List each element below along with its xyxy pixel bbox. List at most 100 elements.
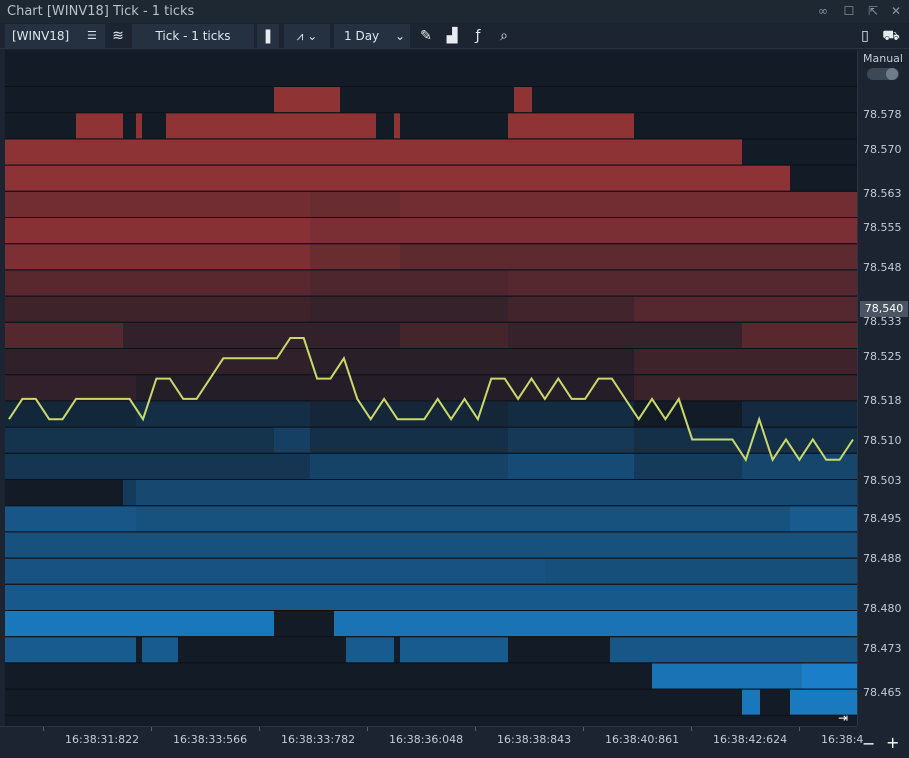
heatmap-cell bbox=[508, 401, 634, 427]
list-icon[interactable]: ☰ bbox=[87, 24, 97, 48]
heatmap-cell bbox=[634, 453, 742, 479]
heatmap-cell bbox=[400, 244, 545, 270]
heatmap-cell bbox=[742, 689, 760, 715]
portrait-icon[interactable]: ▯ bbox=[854, 24, 876, 48]
heatmap-cell bbox=[508, 427, 634, 453]
heatmap-cell bbox=[334, 611, 857, 637]
price-tick-label: 78.563 bbox=[863, 187, 902, 200]
heatmap-cell bbox=[5, 584, 857, 610]
studies-icon[interactable]: ƒ bbox=[467, 24, 489, 48]
heatmap-cell bbox=[274, 427, 310, 453]
close-icon[interactable]: ✕ bbox=[888, 3, 904, 19]
heatmap-cell bbox=[5, 401, 136, 427]
price-tick-label: 78.525 bbox=[863, 350, 902, 363]
heatmap-cell bbox=[400, 191, 857, 217]
heatmap-cell bbox=[123, 480, 136, 506]
heatmap-cell bbox=[634, 296, 857, 322]
pencil-icon[interactable]: ✎ bbox=[415, 24, 437, 48]
heatmap-cell bbox=[742, 322, 857, 348]
heatmap-cell bbox=[5, 532, 857, 558]
symbol-selector[interactable]: [WINV18] ☰ bbox=[5, 24, 105, 48]
heatmap-cell bbox=[508, 296, 634, 322]
time-tick-label: 16:38:40:861 bbox=[605, 733, 680, 746]
period-label: 1 Day bbox=[344, 29, 380, 43]
heatmap-cell bbox=[5, 558, 545, 584]
price-tick-label: 78.488 bbox=[863, 552, 902, 565]
heatmap-cell bbox=[310, 427, 508, 453]
heatmap-cell bbox=[634, 375, 857, 401]
heatmap-cell bbox=[166, 113, 376, 139]
line-style-selector[interactable]: ⩘ ⌄ bbox=[284, 24, 330, 48]
chevron-down-icon: ⌄ bbox=[395, 29, 406, 43]
time-tick-label: 16:38:33:782 bbox=[281, 733, 356, 746]
heatmap-cell bbox=[634, 349, 857, 375]
price-tick-label: 78.480 bbox=[863, 602, 902, 615]
overlay-icon[interactable]: ≋ bbox=[107, 24, 129, 48]
heatmap-cell bbox=[5, 139, 742, 165]
time-tick bbox=[151, 727, 152, 731]
time-axis[interactable]: 16:38:31:822 16:38:33:566 16:38:33:782 16:3… bbox=[0, 711, 899, 758]
heatmap-cell bbox=[545, 558, 857, 584]
heatmap-cell bbox=[742, 401, 857, 427]
heatmap-cell bbox=[5, 191, 310, 217]
price-tick-label: 78.510 bbox=[863, 434, 902, 447]
candlestick-icon[interactable]: ❚ bbox=[257, 24, 279, 48]
maximize-icon[interactable]: ☐ bbox=[841, 3, 857, 19]
price-tick-label: 78.495 bbox=[863, 512, 902, 525]
heatmap-cell bbox=[5, 218, 310, 244]
time-tick bbox=[259, 727, 260, 731]
zoom-out-icon[interactable]: − bbox=[862, 734, 875, 753]
time-tick bbox=[43, 727, 44, 731]
heatmap-cell bbox=[5, 244, 310, 270]
cart-icon[interactable]: ⛟ bbox=[880, 24, 902, 48]
bar-chart-icon[interactable]: ▟ bbox=[441, 24, 463, 48]
heatmap-cell bbox=[5, 349, 310, 375]
heatmap-svg bbox=[5, 86, 857, 716]
heatmap-cell bbox=[400, 218, 857, 244]
time-tick bbox=[691, 727, 692, 731]
price-axis[interactable]: 78.578 78.570 78.563 78.555 78.548 78.533 78.5… bbox=[857, 50, 909, 726]
manual-toggle[interactable] bbox=[867, 68, 899, 80]
period-selector[interactable]: 1 Day ⌄ bbox=[334, 24, 410, 48]
heatmap-cell bbox=[652, 663, 802, 689]
heatmap-cell bbox=[790, 506, 857, 532]
window-title-bar: Chart [WINV18] Tick - 1 ticks ∞ ☐ ⇱ ✕ bbox=[0, 0, 909, 23]
symbol-label: [WINV18] bbox=[12, 29, 70, 43]
heatmap-cell bbox=[634, 427, 857, 453]
manual-label: Manual bbox=[863, 52, 903, 65]
popout-icon[interactable]: ⇱ bbox=[865, 3, 881, 19]
zoom-in-icon[interactable]: + bbox=[886, 733, 899, 752]
link-icon[interactable]: ∞ bbox=[815, 3, 831, 19]
time-tick bbox=[799, 727, 800, 731]
heatmap-cell bbox=[545, 244, 857, 270]
heatmap-cell bbox=[5, 296, 310, 322]
heatmap-cell bbox=[310, 218, 400, 244]
chart-type-selector[interactable]: Tick - 1 ticks bbox=[132, 24, 254, 48]
heatmap-cell bbox=[136, 480, 857, 506]
heatmap-cell bbox=[5, 165, 790, 191]
chart-plot-area[interactable] bbox=[5, 50, 857, 726]
zoom-icon[interactable]: ⌕ bbox=[493, 24, 515, 48]
time-tick-label: 16:38:4 bbox=[821, 733, 864, 746]
heatmap-cell bbox=[802, 663, 857, 689]
heatmap-cell bbox=[310, 349, 634, 375]
price-tick-label: 78.570 bbox=[863, 143, 902, 156]
heatmap-cell bbox=[5, 611, 274, 637]
heatmap-cell bbox=[742, 453, 857, 479]
scroll-to-end-icon[interactable]: ⇥ bbox=[838, 711, 848, 725]
time-tick bbox=[367, 727, 368, 731]
heatmap-cell bbox=[142, 637, 178, 663]
heatmap-cell bbox=[123, 322, 400, 348]
time-tick-label: 16:38:33:566 bbox=[173, 733, 248, 746]
heatmap-cell bbox=[400, 637, 508, 663]
price-tick-label: 78.465 bbox=[863, 686, 902, 699]
window-title: Chart [WINV18] Tick - 1 ticks bbox=[7, 4, 195, 19]
heatmap-cell bbox=[274, 87, 340, 113]
heatmap-cell bbox=[394, 113, 400, 139]
price-tick-label: 78.548 bbox=[863, 261, 902, 274]
heatmap-cell bbox=[5, 270, 310, 296]
price-tick-label: 78.578 bbox=[863, 108, 902, 121]
line-style-icon: ⩘ ⌄ bbox=[296, 29, 318, 43]
heatmap-cell bbox=[508, 113, 634, 139]
heatmap-cell bbox=[5, 427, 274, 453]
